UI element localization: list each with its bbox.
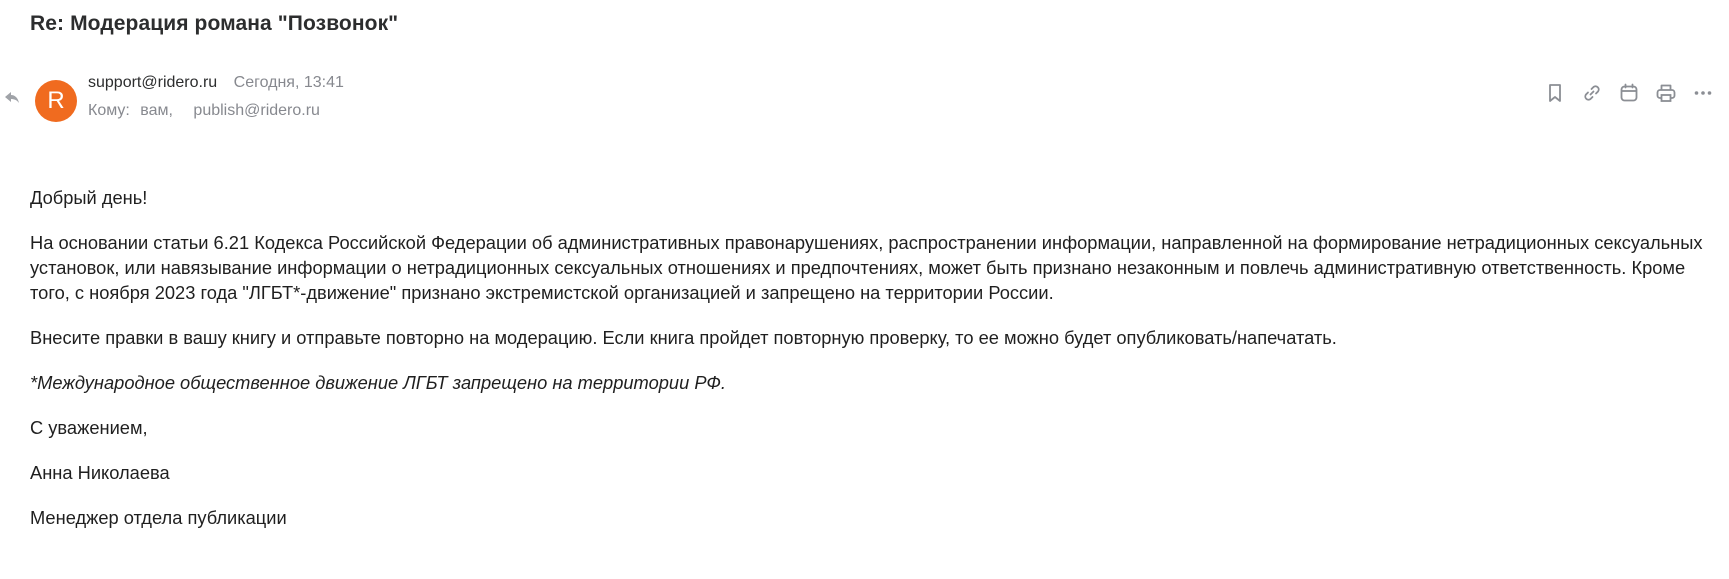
footnote: *Международное общественное движение ЛГБ…	[30, 372, 726, 393]
email-subject: Re: Модерация романа "Позвонок"	[30, 12, 399, 35]
closing: С уважением,	[30, 417, 148, 438]
recipient-you[interactable]: вам,	[140, 102, 173, 119]
body-paragraph-legal: На основании статьи 6.21 Кодекса Российс…	[30, 232, 1703, 303]
signature-name: Анна Николаева	[30, 462, 170, 483]
sender-line: support@ridero.ru Сегодня, 13:41	[88, 74, 344, 92]
recipients-label: Кому:	[88, 102, 130, 119]
email-body: Добрый день! На основании статьи 6.21 Ко…	[30, 185, 1715, 550]
greeting: Добрый день!	[30, 187, 148, 208]
message-toolbar	[1543, 81, 1715, 105]
print-icon[interactable]	[1654, 81, 1678, 105]
recipients-line: Кому: вам, publish@ridero.ru	[88, 102, 320, 120]
body-paragraph-instructions: Внесите правки в вашу книгу и отправьте …	[30, 327, 1337, 348]
sent-date: Сегодня, 13:41	[233, 74, 344, 91]
recipient-publish[interactable]: publish@ridero.ru	[193, 102, 320, 119]
more-icon[interactable]	[1691, 81, 1715, 105]
sender-email[interactable]: support@ridero.ru	[88, 74, 217, 91]
sender-avatar[interactable]: R	[35, 80, 77, 122]
link-icon[interactable]	[1580, 81, 1604, 105]
bookmark-icon[interactable]	[1543, 81, 1567, 105]
email-view: Re: Модерация романа "Позвонок" R suppor…	[0, 0, 1729, 579]
calendar-icon[interactable]	[1617, 81, 1641, 105]
reply-icon[interactable]	[4, 90, 20, 104]
signature-position: Менеджер отдела публикации	[30, 507, 287, 528]
avatar-letter: R	[47, 87, 65, 114]
